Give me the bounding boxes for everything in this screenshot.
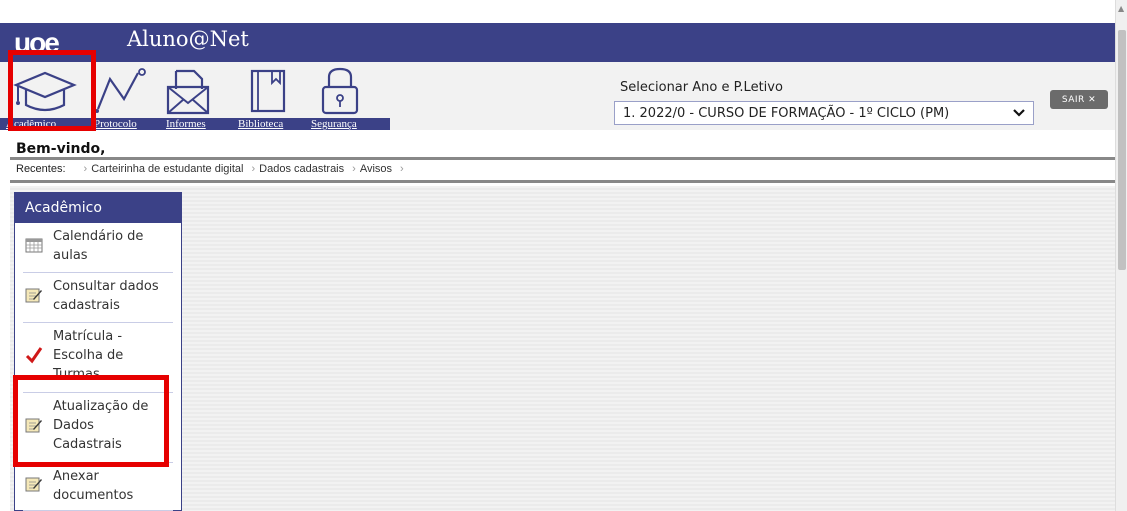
recent-item-label: Avisos [359,163,393,175]
top-strip [0,0,1115,23]
welcome-text: Bem-vindo, [16,141,106,157]
tool-label-seguranca: Segurança [311,118,357,130]
scroll-up-arrow-icon[interactable]: ▲ [1118,4,1124,13]
year-period-select[interactable]: 1. 2022/0 - CURSO DE FORMAÇÃO - 1º CICLO… [614,101,1034,125]
recent-item[interactable]: › Dados cadastrais [251,163,344,175]
recent-item-label: Dados cadastrais [259,163,345,175]
highlight-box-atualizacao [13,375,169,467]
vertical-scrollbar[interactable]: ▲ [1115,0,1127,511]
tool-biblioteca[interactable]: Biblioteca [232,62,302,130]
chevron-right-icon: › [400,163,404,175]
sidebar-item-anexar[interactable]: Anexar documentos [23,463,173,511]
tool-label-informes: Informes [166,118,206,130]
sidebar-item-label: Consultar dados cadastrais [53,279,159,313]
book-icon [250,69,286,113]
divider [10,180,1115,183]
padlock-icon [321,67,359,115]
chevron-down-icon [1013,106,1025,120]
app-title: Aluno@Net [127,27,249,51]
recent-item[interactable]: › Avisos [352,163,392,175]
calendar-grid-icon [25,237,43,259]
year-period-value: 1. 2022/0 - CURSO DE FORMAÇÃO - 1º CICLO… [623,105,950,121]
tool-protocolo[interactable]: Protocolo [92,62,152,130]
sidebar-item-label: Anexar documentos [53,469,134,503]
sidebar-item-calendario[interactable]: Calendário de aulas [23,223,173,273]
logout-button[interactable]: SAIR ✕ [1050,90,1108,109]
app-header: uoe Aluno@Net [0,23,1115,62]
recent-item-label: Carteirinha de estudante digital [91,163,244,175]
highlight-box-academico [8,50,96,131]
sidebar-item-label: Calendário de aulas [53,229,144,263]
chevron-right-icon: › [83,163,88,175]
recent-breadcrumb: Recentes: › Carteirinha de estudante dig… [16,163,404,175]
year-period-label: Selecionar Ano e P.Letivo [620,80,783,95]
chevron-right-icon: › [352,163,356,175]
line-chart-icon [95,68,146,113]
red-check-icon [25,346,43,370]
divider [10,157,1115,160]
tool-seguranca[interactable]: Segurança [305,62,385,130]
notepad-edit-icon [25,287,43,309]
recent-trailing: › [400,163,404,175]
sidebar-title: Acadêmico [15,193,181,223]
tool-informes[interactable]: Informes [160,62,226,130]
scroll-thumb[interactable] [1118,30,1126,270]
chevron-right-icon: › [251,163,256,175]
tool-label-biblioteca: Biblioteca [238,118,284,130]
sidebar-item-consultar[interactable]: Consultar dados cadastrais [23,273,173,323]
recent-label: Recentes: [16,163,66,175]
tool-label-protocolo: Protocolo [94,118,137,130]
recent-item[interactable]: › Carteirinha de estudante digital [84,163,244,175]
envelope-icon [166,69,210,115]
notepad-edit-icon [25,476,43,498]
